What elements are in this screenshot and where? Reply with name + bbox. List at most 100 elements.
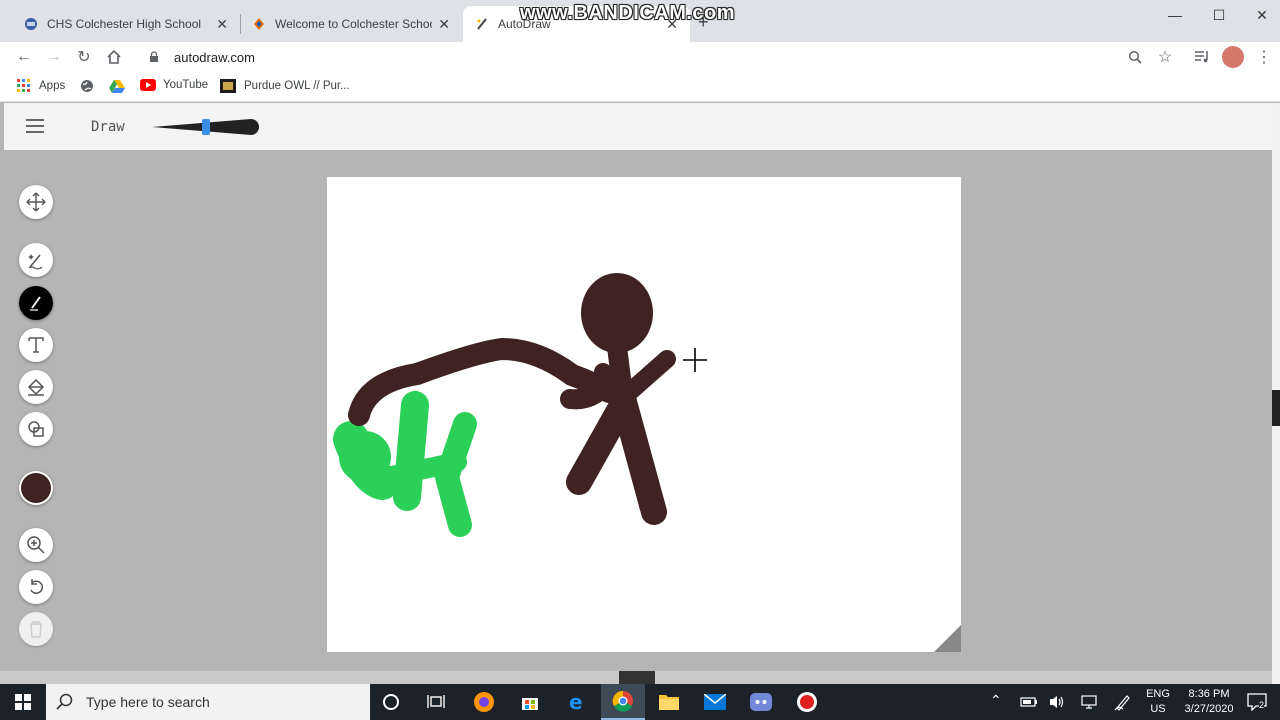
bookmark-label: YouTube: [163, 79, 209, 91]
crosshair-cursor-icon: [683, 348, 707, 372]
url-text: autodraw.com: [174, 49, 255, 65]
media-controls-icon[interactable]: [1191, 46, 1213, 68]
search-icon: [56, 693, 73, 710]
lock-icon: [150, 51, 158, 62]
canvas-drawing: [333, 273, 961, 652]
delete-button[interactable]: [19, 612, 53, 646]
tab-title: Welcome to Colchester School D: [275, 17, 432, 31]
undo-arrow-icon: [30, 579, 44, 594]
microsoft-store-icon[interactable]: [518, 690, 542, 714]
pen-ink-workspace-icon[interactable]: [1111, 690, 1135, 714]
autodraw-favicon-icon: [477, 18, 487, 30]
zoom-tool-button[interactable]: [19, 528, 53, 562]
reload-icon[interactable]: ↻: [73, 46, 95, 68]
tab-colchester-school-district[interactable]: Welcome to Colchester School D ✕: [240, 6, 462, 42]
slider-handle[interactable]: [202, 119, 210, 135]
svg-text:e: e: [569, 692, 583, 712]
battery-icon[interactable]: [1017, 690, 1041, 714]
profile-avatar[interactable]: [1222, 46, 1244, 68]
region-code: US: [1150, 703, 1166, 715]
bookmark-apps[interactable]: Apps: [17, 79, 65, 93]
maximize-window-icon[interactable]: ☐: [1197, 0, 1241, 30]
chrome-icon: [612, 690, 633, 712]
autodraw-tool-button[interactable]: [19, 243, 53, 277]
trash-icon: [30, 621, 42, 638]
app-header: Draw: [4, 103, 1272, 150]
clock-time: 8:36 PM: [1188, 688, 1230, 700]
edge-browser-icon[interactable]: e: [565, 690, 589, 714]
language-code: ENG: [1146, 688, 1170, 700]
volume-icon[interactable]: [1045, 690, 1069, 714]
apps-grid-icon: [17, 79, 30, 92]
bookmark-purdue-owl[interactable]: Purdue OWL // Pur...: [220, 79, 350, 93]
bookmark-star-icon[interactable]: ☆: [1154, 46, 1176, 68]
bookmark-label: Apps: [39, 80, 66, 92]
back-arrow-icon[interactable]: ←: [13, 46, 35, 68]
close-tab-icon[interactable]: ✕: [216, 16, 228, 33]
hamburger-menu-icon[interactable]: [26, 119, 44, 138]
move-arrows-icon: [26, 192, 46, 212]
bookmark-google-drive[interactable]: [109, 79, 125, 93]
firefox-icon[interactable]: [472, 690, 496, 714]
close-tab-icon[interactable]: ✕: [438, 16, 450, 33]
network-icon[interactable]: [1077, 690, 1101, 714]
shapes-icon: [28, 421, 44, 437]
bandicam-record-icon[interactable]: [795, 690, 819, 714]
more-menu-icon[interactable]: ⋮: [1253, 46, 1275, 68]
close-window-icon[interactable]: ✕: [1240, 0, 1280, 30]
brush-size-slider[interactable]: [152, 116, 262, 138]
pencil-icon: [30, 296, 41, 311]
paint-bucket-icon: [27, 378, 45, 396]
notifications-icon[interactable]: 2: [1245, 690, 1269, 714]
tab-chs-colchester[interactable]: CHS Colchester High School ✕: [12, 6, 240, 42]
address-bar[interactable]: autodraw.com: [138, 45, 1188, 69]
scrollbar-thumb[interactable]: [1272, 390, 1280, 426]
mode-label: Draw: [91, 119, 125, 135]
purdue-owl-icon: [220, 79, 236, 93]
cortana-icon[interactable]: [379, 690, 403, 714]
mail-icon[interactable]: [703, 690, 727, 714]
school-favicon-icon: [25, 18, 37, 30]
file-explorer-icon[interactable]: [657, 690, 681, 714]
windows-taskbar: Type here to search e ⌃ ENG US 8:36 PM 3…: [0, 684, 1280, 720]
input-language-indicator[interactable]: ENG US: [1143, 687, 1173, 717]
clock-date: 3/27/2020: [1184, 703, 1234, 715]
browser-toolbar: ← → ↻ autodraw.com ☆ ⋮: [0, 42, 1280, 72]
notification-count: 2: [1259, 700, 1265, 710]
globe-icon: [81, 80, 93, 92]
zoom-search-icon[interactable]: [1124, 46, 1146, 68]
clock[interactable]: 8:36 PM 3/27/2020: [1178, 687, 1240, 717]
undo-button[interactable]: [19, 570, 53, 604]
draw-tool-button[interactable]: [19, 286, 53, 320]
minimize-window-icon[interactable]: —: [1153, 0, 1197, 30]
discord-icon[interactable]: [749, 690, 773, 714]
chrome-taskbar-active[interactable]: [601, 684, 645, 720]
youtube-icon: [140, 79, 156, 91]
search-placeholder: Type here to search: [86, 694, 210, 710]
color-picker-button[interactable]: [19, 471, 53, 505]
bookmark-youtube[interactable]: YouTube: [140, 79, 208, 91]
bandicam-watermark: www.BANDICAM.com: [520, 2, 736, 24]
bookmarks-bar: Apps YouTube Purdue OWL // Pur...: [0, 72, 1280, 102]
home-icon[interactable]: [103, 46, 125, 68]
type-tool-button[interactable]: [19, 328, 53, 362]
bottom-drawer-handle[interactable]: [619, 671, 655, 684]
taskbar-search-box[interactable]: Type here to search: [46, 684, 370, 720]
tab-title: CHS Colchester High School: [47, 17, 202, 31]
zoom-in-icon: [27, 536, 45, 554]
text-t-icon: [28, 337, 44, 353]
show-hidden-icons-chevron-icon[interactable]: ⌃: [990, 693, 1002, 708]
drawing-canvas[interactable]: [327, 177, 961, 652]
move-tool-button[interactable]: [19, 185, 53, 219]
autodraw-pen-sparkle-icon: [28, 254, 43, 270]
bookmark-label: Purdue OWL // Pur...: [244, 80, 350, 92]
shape-tool-button[interactable]: [19, 412, 53, 446]
forward-arrow-icon[interactable]: →: [43, 46, 65, 68]
google-drive-icon: [109, 80, 125, 93]
fill-tool-button[interactable]: [19, 370, 53, 404]
bookmark-globe[interactable]: [80, 79, 94, 93]
canvas-resize-corner[interactable]: [934, 625, 961, 652]
windows-start-icon[interactable]: [11, 690, 35, 714]
task-view-icon[interactable]: [424, 690, 448, 714]
current-color-swatch: [21, 473, 51, 503]
